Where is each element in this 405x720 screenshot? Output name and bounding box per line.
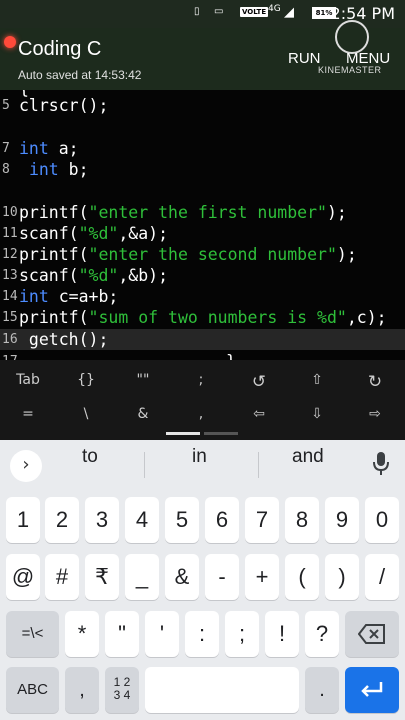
key-close-paren[interactable]: )	[325, 554, 359, 600]
numpad-key[interactable]: 1 2 3 4	[105, 667, 139, 713]
enter-key[interactable]	[345, 667, 399, 713]
ampersand-key[interactable]: &	[123, 406, 163, 422]
volte-badge: VOLTE	[240, 7, 269, 17]
microphone-icon[interactable]	[372, 450, 390, 478]
arrow-right-icon[interactable]: ⇨	[355, 406, 395, 422]
autosave-status: Auto saved at 14:53:42	[18, 68, 142, 82]
backslash-key[interactable]: \	[66, 406, 106, 422]
key-slash[interactable]: /	[365, 554, 399, 600]
expand-toolbar-icon[interactable]: ›	[10, 450, 42, 482]
key-colon[interactable]: :	[185, 611, 219, 657]
suggestion-2[interactable]: in	[192, 446, 207, 468]
key-at[interactable]: @	[6, 554, 40, 600]
code-editor[interactable]: { 5clrscr(); 7int a; 8 int b; 10printf("…	[0, 90, 405, 360]
comma-key[interactable]: ,	[65, 667, 99, 713]
symbol-bar: Tab {} "" ; ↺ ⇧ ↻ = \ & , ⇦ ⇩ ⇨	[0, 360, 405, 440]
code-line[interactable]: 12 printf("enter the second number");	[0, 244, 405, 265]
key-semicolon[interactable]: ;	[225, 611, 259, 657]
key-minus[interactable]: -	[205, 554, 239, 600]
code-line[interactable]: 10 printf("enter the first number");	[0, 202, 405, 223]
page-title: Coding C	[18, 38, 102, 60]
braces-key[interactable]: {}	[66, 372, 106, 388]
key-0[interactable]: 0	[365, 497, 399, 543]
key-8[interactable]: 8	[285, 497, 319, 543]
suggestion-3[interactable]: and	[292, 446, 324, 468]
divider	[258, 452, 259, 478]
equals-key[interactable]: =	[8, 406, 48, 422]
cast-icon: ▭	[214, 6, 224, 17]
code-line[interactable]: 15 printf("sum of two numbers is %d",c);	[0, 307, 405, 328]
network-type: 4G	[268, 4, 281, 14]
key-question[interactable]: ?	[305, 611, 339, 657]
key-3[interactable]: 3	[85, 497, 119, 543]
record-indicator-icon	[4, 36, 16, 48]
code-line[interactable]: 5 clrscr();	[0, 95, 405, 116]
undo-icon[interactable]: ↺	[239, 372, 279, 392]
key-4[interactable]: 4	[125, 497, 159, 543]
code-line[interactable]: 14 int c=a+b;	[0, 286, 405, 307]
clock: 2:54 PM	[330, 4, 395, 23]
key-exclamation[interactable]: !	[265, 611, 299, 657]
key-rupee[interactable]: ₹	[85, 554, 119, 600]
kinemaster-logo-icon	[335, 20, 369, 54]
current-code-line[interactable]: 16 getch();	[0, 329, 405, 350]
comma-key[interactable]: ,	[181, 406, 221, 422]
code-line[interactable]: 11 scanf("%d",&a);	[0, 223, 405, 244]
arrow-down-icon[interactable]: ⇩	[297, 406, 337, 422]
key-open-paren[interactable]: (	[285, 554, 319, 600]
key-double-quote[interactable]: "	[105, 611, 139, 657]
key-asterisk[interactable]: *	[65, 611, 99, 657]
key-2[interactable]: 2	[45, 497, 79, 543]
backspace-key[interactable]	[345, 611, 399, 657]
page-indicator	[204, 432, 238, 435]
code-line[interactable]: 8 int b;	[0, 159, 405, 180]
enter-icon	[361, 682, 383, 697]
key-hash[interactable]: #	[45, 554, 79, 600]
run-button[interactable]: RUN	[288, 50, 321, 67]
key-1[interactable]: 1	[6, 497, 40, 543]
code-line[interactable]: 13 scanf("%d",&b);	[0, 265, 405, 286]
divider	[144, 452, 145, 478]
signal-icon: ◢	[284, 5, 294, 20]
arrow-left-icon[interactable]: ⇦	[239, 406, 279, 422]
page-indicator-active	[166, 432, 200, 435]
space-key[interactable]	[145, 667, 299, 713]
app-header: Coding C Auto saved at 14:53:42 RUN MENU…	[0, 20, 405, 90]
semicolon-key[interactable]: ;	[181, 372, 221, 388]
redo-icon[interactable]: ↻	[355, 372, 395, 392]
key-9[interactable]: 9	[325, 497, 359, 543]
key-ampersand[interactable]: &	[165, 554, 199, 600]
backspace-icon	[357, 624, 385, 644]
key-7[interactable]: 7	[245, 497, 279, 543]
arrow-up-icon[interactable]: ⇧	[297, 372, 337, 388]
phone-icon: ▯	[194, 6, 200, 17]
abc-key[interactable]: ABC	[6, 667, 59, 713]
key-underscore[interactable]: _	[125, 554, 159, 600]
key-plus[interactable]: +	[245, 554, 279, 600]
code-line[interactable]: 17}	[0, 351, 405, 360]
more-symbols-key[interactable]: =\<	[6, 611, 59, 657]
suggestion-1[interactable]: to	[82, 446, 98, 468]
key-single-quote[interactable]: '	[145, 611, 179, 657]
quotes-key[interactable]: ""	[123, 372, 163, 388]
key-5[interactable]: 5	[165, 497, 199, 543]
tab-key[interactable]: Tab	[8, 372, 48, 388]
key-6[interactable]: 6	[205, 497, 239, 543]
period-key[interactable]: .	[305, 667, 339, 713]
code-line[interactable]: 7 int a;	[0, 138, 405, 159]
watermark: KINEMASTER	[318, 65, 382, 75]
